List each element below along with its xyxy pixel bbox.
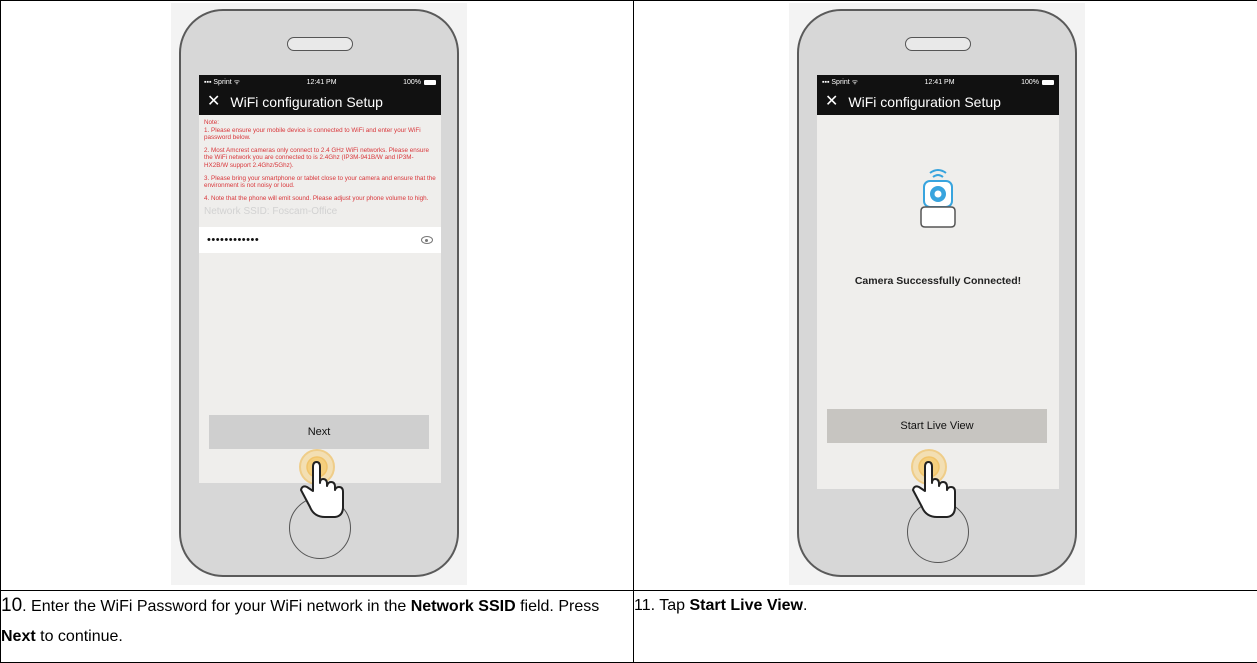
- next-emphasis: Next: [1, 628, 36, 645]
- pointing-hand-icon: [293, 447, 353, 527]
- start-live-view-label: Start Live View: [900, 420, 973, 432]
- step10-image-cell: ▪▪▪ Sprint ᯤ 12:41 PM 100% ✕ WiFi config…: [1, 1, 634, 591]
- step-number: 10: [1, 595, 22, 616]
- phone-speaker: [287, 37, 353, 51]
- nav-bar: ✕ WiFi configuration Setup: [199, 89, 441, 115]
- network-ssid-label: Network SSID: Foscam-Office: [199, 206, 441, 217]
- step11-phone-illustration: ▪▪▪ Sprint ᯤ 12:41 PM 100% ✕ WiFi config…: [789, 3, 1085, 585]
- network-ssid-emphasis: Network SSID: [411, 598, 516, 615]
- pointing-hand-icon: [905, 447, 965, 527]
- phone-screen: ▪▪▪ Sprint ᯤ 12:41 PM 100% ✕ WiFi config…: [199, 75, 441, 483]
- start-live-view-button[interactable]: Start Live View: [827, 409, 1047, 443]
- close-icon[interactable]: ✕: [825, 94, 838, 110]
- start-live-view-emphasis: Start Live View: [689, 597, 803, 614]
- note-text: 4. Note that the phone will emit sound. …: [204, 195, 436, 203]
- success-message: Camera Successfully Connected!: [817, 275, 1059, 287]
- battery-icon: [1042, 80, 1054, 85]
- nav-title: WiFi configuration Setup: [848, 94, 1001, 110]
- battery-icon: [424, 80, 436, 85]
- clock-label: 12:41 PM: [925, 79, 955, 86]
- nav-bar: ✕ WiFi configuration Setup: [817, 89, 1059, 115]
- instruction-table: ▪▪▪ Sprint ᯤ 12:41 PM 100% ✕ WiFi config…: [0, 0, 1257, 663]
- clock-label: 12:41 PM: [307, 79, 337, 86]
- next-button-label: Next: [308, 426, 331, 438]
- phone-screen: ▪▪▪ Sprint ᯤ 12:41 PM 100% ✕ WiFi config…: [817, 75, 1059, 489]
- step10-phone-illustration: ▪▪▪ Sprint ᯤ 12:41 PM 100% ✕ WiFi config…: [171, 3, 467, 585]
- camera-icon: [913, 165, 963, 231]
- step10-caption: 10. Enter the WiFi Password for your WiF…: [1, 591, 634, 663]
- status-bar: ▪▪▪ Sprint ᯤ 12:41 PM 100%: [817, 75, 1059, 89]
- status-bar: ▪▪▪ Sprint ᯤ 12:41 PM 100%: [199, 75, 441, 89]
- battery-percent: 100%: [403, 79, 421, 86]
- note-block: Note:1. Please ensure your mobile device…: [199, 115, 441, 202]
- next-button[interactable]: Next: [209, 415, 429, 449]
- phone-frame: ▪▪▪ Sprint ᯤ 12:41 PM 100% ✕ WiFi config…: [797, 9, 1077, 577]
- eye-icon[interactable]: [421, 236, 433, 244]
- phone-speaker: [905, 37, 971, 51]
- step11-image-cell: ▪▪▪ Sprint ᯤ 12:41 PM 100% ✕ WiFi config…: [634, 1, 1257, 591]
- close-icon[interactable]: ✕: [207, 94, 220, 110]
- carrier-label: ▪▪▪ Sprint ᯤ: [204, 78, 240, 87]
- note-text: Note:1. Please ensure your mobile device…: [204, 119, 436, 142]
- note-text: 3. Please bring your smartphone or table…: [204, 175, 436, 190]
- password-field[interactable]: ••••••••••••: [199, 227, 441, 253]
- password-value: ••••••••••••: [207, 234, 259, 246]
- carrier-label: ▪▪▪ Sprint ᯤ: [822, 78, 858, 87]
- note-text: 2. Most Amcrest cameras only connect to …: [204, 147, 436, 170]
- step11-caption: 11. Tap Start Live View.: [634, 591, 1257, 663]
- phone-frame: ▪▪▪ Sprint ᯤ 12:41 PM 100% ✕ WiFi config…: [179, 9, 459, 577]
- nav-title: WiFi configuration Setup: [230, 94, 383, 110]
- battery-percent: 100%: [1021, 79, 1039, 86]
